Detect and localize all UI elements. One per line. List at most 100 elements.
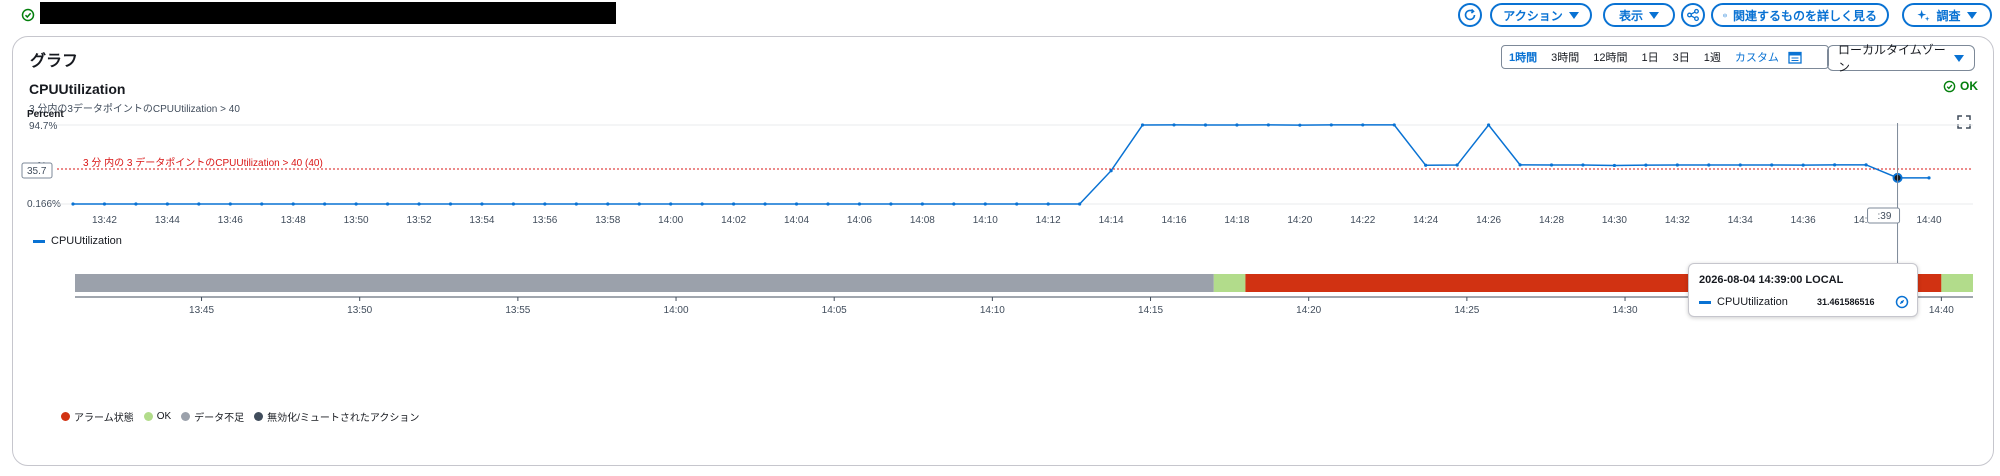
hover-y-value: 35.7: [27, 166, 47, 177]
data-point: [1549, 163, 1554, 167]
x-tick-label: 14:08: [910, 215, 935, 226]
timeline-tick-label: 13:50: [347, 305, 372, 316]
data-point: [1644, 163, 1648, 167]
data-point: [1581, 163, 1585, 167]
legend-ok: OK: [143, 411, 172, 422]
data-point: [1424, 163, 1428, 167]
data-point: [1675, 163, 1679, 167]
data-point: [1298, 123, 1302, 127]
timeline-tick-label: 13:45: [189, 305, 214, 316]
timeline-tick-label: 14:30: [1613, 305, 1638, 316]
data-point: [480, 202, 484, 206]
data-point: [1015, 202, 1019, 206]
threshold-label: 3 分 内の 3 データポイントのCPUUtilization > 40 (40…: [83, 156, 323, 169]
data-point: [385, 202, 390, 206]
data-point: [197, 202, 201, 206]
x-tick-label: 13:42: [92, 215, 117, 226]
x-tick-label: 13:50: [344, 215, 369, 226]
data-point: [920, 202, 924, 206]
data-point: [637, 202, 641, 206]
explore-related-label: 関連するものを詳しく見る: [1732, 8, 1877, 23]
data-point: [71, 202, 75, 206]
data-point: [1455, 163, 1459, 167]
investigate-label: 調査: [1936, 8, 1961, 23]
actions-button[interactable]: アクション: [1490, 3, 1592, 27]
legend-ok-label: OK: [156, 411, 172, 422]
data-point: [134, 202, 138, 206]
x-tick-label: 14:10: [973, 215, 998, 226]
x-tick-label: 14:34: [1728, 215, 1753, 226]
timeline-legend: アラーム状態 OK データ不足 無効化/ミュートされたアクション: [61, 409, 419, 424]
data-point: [826, 202, 830, 206]
x-tick-label: 14:04: [784, 215, 809, 226]
data-point: [1833, 163, 1837, 167]
explore-icon[interactable]: [1895, 295, 1909, 309]
hover-x-badge: :39: [1867, 207, 1901, 224]
data-point: [354, 202, 358, 206]
tooltip-series-name: CPUUtilization: [1717, 296, 1788, 308]
timeline-tick-label: 14:40: [1929, 305, 1954, 316]
data-point: [1172, 123, 1176, 127]
y-axis-unit: Percent: [27, 109, 64, 120]
data-point: [417, 202, 421, 206]
data-point: [165, 202, 169, 206]
x-tick-label: 13:58: [595, 215, 620, 226]
data-point: [543, 202, 547, 206]
view-label: 表示: [1618, 8, 1643, 23]
data-point: [1518, 163, 1522, 167]
data-point: [1864, 163, 1868, 167]
hover-x-value: :39: [1878, 211, 1892, 222]
x-tick-label: 13:46: [218, 215, 243, 226]
data-point: [1770, 163, 1774, 167]
legend-insufficient: データ不足: [181, 409, 244, 424]
timeline-tick-label: 14:15: [1138, 305, 1163, 316]
refresh-button[interactable]: [1458, 3, 1482, 27]
data-point: [102, 202, 107, 206]
data-point: [511, 202, 516, 206]
data-point: [732, 202, 736, 206]
caret-down-icon: [1966, 11, 1977, 19]
tooltip-swatch: [1699, 300, 1711, 304]
view-button[interactable]: 表示: [1603, 3, 1675, 27]
timeline-tick-label: 14:05: [822, 305, 847, 316]
data-point: [1612, 163, 1617, 168]
data-point: [1266, 123, 1270, 127]
legend-dot: [61, 412, 70, 421]
timeline-tick-label: 14:20: [1296, 305, 1321, 316]
data-point: [1046, 202, 1050, 206]
datapoint-tooltip: 2026-08-04 14:39:00 LOCAL CPUUtilization…: [1688, 263, 1918, 317]
timeline-tick-label: 14:25: [1454, 305, 1479, 316]
data-point: [1235, 123, 1239, 127]
x-tick-label: 14:26: [1476, 215, 1501, 226]
data-point: [1361, 123, 1365, 127]
share-button[interactable]: [1681, 3, 1705, 27]
data-point: [857, 202, 862, 206]
x-tick-label: 14:36: [1791, 215, 1816, 226]
graph-panel: グラフ 1時間 3時間 12時間 1日 3日 1週 カスタム ローカルタイムゾー…: [12, 36, 1994, 466]
x-tick-label: 14:18: [1224, 215, 1249, 226]
data-point: [700, 202, 704, 206]
timeline-tick-label: 14:00: [664, 305, 689, 316]
data-point: [574, 202, 578, 206]
data-point: [1392, 123, 1396, 127]
sparkle-icon: [1917, 9, 1931, 21]
data-point: [1140, 123, 1145, 127]
x-tick-label: 14:30: [1602, 215, 1627, 226]
data-point: [1738, 163, 1742, 167]
data-point: [260, 202, 264, 206]
caret-down-icon: [1568, 11, 1579, 19]
hover-y-badge: 35.7: [21, 162, 53, 179]
chart-legend[interactable]: CPUUtilization: [33, 235, 122, 247]
x-tick-label: 13:48: [281, 215, 306, 226]
top-toolbar: アクション 表示 関連するものを詳しく見る 調査: [0, 0, 2000, 30]
x-tick-label: 14:40: [1916, 215, 1941, 226]
data-point: [983, 202, 987, 206]
explore-related-button[interactable]: 関連するものを詳しく見る: [1711, 3, 1889, 27]
data-point: [1203, 123, 1208, 127]
x-tick-label: 14:16: [1162, 215, 1187, 226]
data-point: [1801, 163, 1805, 167]
x-tick-label: 14:00: [658, 215, 683, 226]
investigate-button[interactable]: 調査: [1902, 3, 1992, 27]
refresh-icon: [1464, 8, 1476, 21]
tooltip-value: 31.461586516: [1817, 297, 1875, 307]
